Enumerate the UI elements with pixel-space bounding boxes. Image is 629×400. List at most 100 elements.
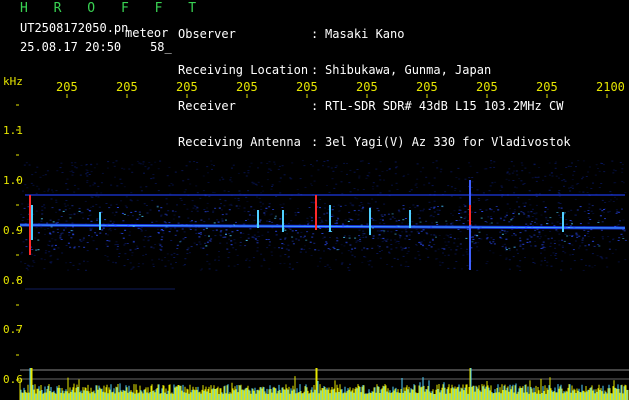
signal-speckle xyxy=(398,219,401,221)
signal-speckle xyxy=(433,206,436,208)
noise-pixel xyxy=(306,220,309,222)
signal-speckle xyxy=(41,213,44,215)
noise-pixel xyxy=(423,184,426,186)
signal-speckle xyxy=(278,247,281,249)
signal-speckle xyxy=(235,205,238,207)
noise-pixel xyxy=(379,179,382,181)
noise-pixel xyxy=(282,203,285,205)
signal-speckle xyxy=(162,230,165,232)
noise-pixel xyxy=(544,260,546,261)
noise-pixel xyxy=(599,256,602,258)
noise-pixel xyxy=(334,167,337,168)
noise-pixel xyxy=(140,229,143,231)
noise-pixel xyxy=(459,219,461,221)
signal-speckle xyxy=(615,212,618,214)
noise-pixel xyxy=(243,210,246,212)
noise-pixel xyxy=(572,174,575,176)
signal-speckle xyxy=(536,228,539,230)
noise-pixel xyxy=(601,236,604,238)
signal-speckle xyxy=(319,227,322,229)
signal-speckle xyxy=(394,233,397,235)
noise-pixel xyxy=(460,212,463,214)
noise-pixel xyxy=(528,216,531,218)
noise-pixel xyxy=(575,183,578,185)
noise-pixel xyxy=(124,243,127,245)
noise-pixel xyxy=(457,167,460,169)
signal-speckle xyxy=(63,229,65,231)
noise-pixel xyxy=(419,259,422,261)
signal-speckle xyxy=(581,239,584,241)
noise-pixel xyxy=(33,254,36,256)
noise-pixel xyxy=(533,212,536,214)
noise-pixel xyxy=(393,217,396,219)
noise-pixel xyxy=(604,202,607,203)
noise-pixel xyxy=(617,261,620,263)
noise-pixel xyxy=(329,269,332,270)
signal-speckle xyxy=(440,225,443,227)
noise-pixel xyxy=(174,227,177,229)
noise-pixel xyxy=(212,211,215,213)
signal-speckle xyxy=(522,243,525,245)
noise-pixel xyxy=(335,165,338,167)
noise-pixel xyxy=(265,210,268,212)
signal-speckle xyxy=(463,218,466,220)
noise-pixel xyxy=(374,201,377,203)
signal-speckle xyxy=(48,232,51,234)
noise-pixel xyxy=(169,228,172,230)
signal-speckle xyxy=(25,246,28,248)
signal-speckle xyxy=(536,236,539,238)
noise-pixel xyxy=(65,200,68,201)
noise-pixel xyxy=(166,253,169,255)
noise-pixel xyxy=(337,210,340,212)
noise-pixel xyxy=(393,257,396,259)
noise-pixel xyxy=(43,228,46,230)
signal-speckle xyxy=(69,247,72,248)
signal-speckle xyxy=(122,237,125,239)
noise-pixel xyxy=(146,168,149,170)
signal-speckle xyxy=(385,240,388,242)
noise-pixel xyxy=(200,247,202,249)
noise-pixel xyxy=(400,246,402,248)
noise-pixel xyxy=(607,236,610,237)
noise-pixel xyxy=(88,174,91,175)
noise-pixel xyxy=(41,209,44,211)
noise-pixel xyxy=(622,219,625,221)
noise-pixel xyxy=(325,220,328,222)
noise-pixel xyxy=(390,231,393,233)
noise-pixel xyxy=(66,178,69,180)
noise-pixel xyxy=(558,190,561,192)
noise-pixel xyxy=(459,231,462,233)
signal-speckle xyxy=(542,246,545,248)
signal-speckle xyxy=(256,240,259,242)
signal-speckle xyxy=(190,246,193,248)
noise-pixel xyxy=(408,207,411,208)
signal-speckle xyxy=(481,211,484,212)
noise-pixel xyxy=(142,254,145,256)
noise-pixel xyxy=(416,163,419,165)
noise-pixel xyxy=(97,185,100,187)
signal-speckle xyxy=(195,244,198,246)
noise-pixel xyxy=(458,178,461,180)
noise-pixel xyxy=(583,210,586,212)
noise-pixel xyxy=(289,177,292,179)
noise-pixel xyxy=(189,221,192,223)
noise-pixel xyxy=(68,207,71,209)
noise-pixel xyxy=(211,168,213,170)
noise-pixel xyxy=(267,231,270,233)
noise-pixel xyxy=(480,238,483,240)
noise-pixel xyxy=(162,232,165,234)
signal-speckle xyxy=(313,242,316,244)
noise-pixel xyxy=(179,198,182,199)
noise-pixel xyxy=(94,233,97,235)
noise-pixel xyxy=(374,220,377,221)
signal-speckle xyxy=(205,245,208,247)
noise-pixel xyxy=(72,264,75,266)
noise-pixel xyxy=(120,182,123,184)
signal-speckle xyxy=(505,249,508,251)
noise-pixel xyxy=(453,242,456,244)
noise-pixel xyxy=(526,216,529,218)
signal-speckle xyxy=(458,209,461,211)
noise-pixel xyxy=(598,170,601,172)
noise-pixel xyxy=(184,189,187,191)
signal-speckle xyxy=(202,247,205,249)
